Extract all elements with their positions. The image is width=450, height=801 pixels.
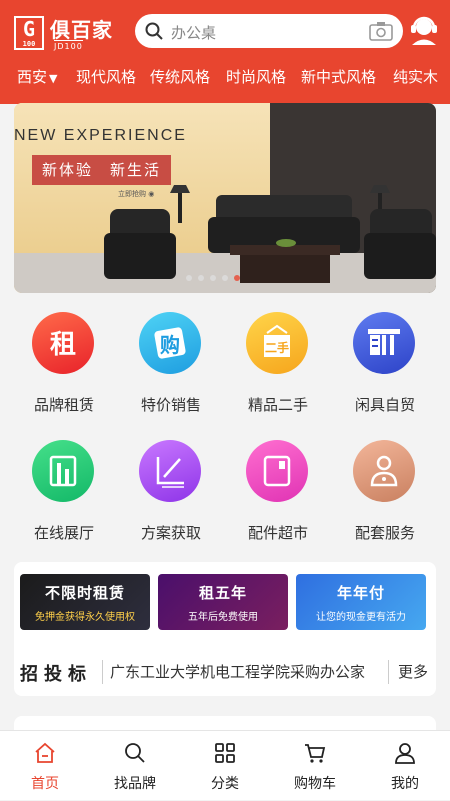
tab-mine[interactable]: 我的 — [360, 731, 450, 801]
tab-label: 我的 — [391, 776, 419, 792]
search-input[interactable]: 办公桌 — [171, 22, 216, 43]
svg-text:二手: 二手 — [265, 340, 289, 355]
grid-label: 品牌租赁 — [33, 396, 94, 414]
search-bar[interactable]: 办公桌 — [135, 14, 403, 48]
category-tab[interactable]: 传统风格 — [150, 66, 210, 87]
svg-text:租: 租 — [50, 330, 76, 360]
grid-label: 精品二手 — [247, 396, 308, 414]
tab-home[interactable]: 首页 — [0, 731, 90, 801]
grid-label: 特价销售 — [140, 396, 201, 414]
tab-label: 购物车 — [294, 776, 336, 792]
promo-title: 年年付 — [336, 584, 385, 602]
promo-title: 不限时租赁 — [44, 584, 125, 602]
carousel-dot[interactable] — [186, 275, 192, 281]
header: G 100 俱百家 JD100 办公桌 西安 ▼ 现代风格 传统风格 时尚风格 新… — [0, 0, 450, 104]
notice-label: 招投标 — [20, 664, 92, 685]
grid-item-service[interactable]: 配套服务 — [333, 440, 437, 552]
promo-card-unlimited-rent[interactable]: 不限时租赁 免押金获得永久使用权 — [20, 574, 150, 630]
grid-item-plan[interactable]: 方案获取 — [119, 440, 223, 552]
sofa-image — [104, 185, 436, 283]
carousel-dot[interactable] — [210, 275, 216, 281]
promo-title: 租五年 — [198, 584, 247, 602]
tab-cart[interactable]: 购物车 — [270, 731, 360, 801]
grid-item-idle[interactable]: 闲具自贸 — [333, 312, 437, 424]
grid-label: 在线展厅 — [33, 524, 94, 542]
category-tab[interactable]: 纯实木 — [393, 66, 438, 87]
banner-title: NEW EXPERIENCE — [14, 127, 187, 144]
carousel-dot[interactable] — [222, 275, 228, 281]
search-icon — [125, 743, 145, 763]
home-icon — [35, 742, 55, 763]
logo-name: 俱百家 — [50, 18, 113, 42]
category-icon — [215, 743, 235, 763]
logo-mark: G 100 — [14, 16, 44, 50]
divider — [102, 660, 103, 684]
promo-card-annual-pay[interactable]: 年年付 让您的现金更有活力 — [296, 574, 426, 630]
showroom-icon — [32, 440, 94, 502]
category-tab[interactable]: 现代风格 — [76, 66, 136, 87]
idle-furniture-icon — [353, 312, 415, 374]
tab-label: 分类 — [211, 776, 239, 792]
caret-down-icon: ▼ — [49, 72, 58, 85]
promo-banner[interactable]: NEW EXPERIENCE 新体验 新生活 立即抢购 ◉ — [14, 103, 436, 293]
carousel-dots — [186, 266, 246, 285]
grid-item-second-hand[interactable]: 二手 精品二手 — [226, 312, 330, 424]
carousel-dot-active[interactable] — [234, 275, 240, 281]
customer-service-icon[interactable] — [410, 14, 438, 46]
logo-subtitle: JD100 — [54, 40, 83, 51]
promo-section: 不限时租赁 免押金获得永久使用权 租五年 五年后免费使用 年年付 让您的现金更有… — [14, 562, 436, 696]
promo-subtitle: 五年后免费使用 — [188, 612, 258, 623]
grid-label: 配套服务 — [354, 524, 415, 542]
plan-icon — [139, 440, 201, 502]
notice-text[interactable]: 广东工业大学机电工程学院采购办公家 — [110, 661, 378, 682]
banner-subtitle: 新体验 新生活 — [32, 155, 172, 185]
promo-card-five-year[interactable]: 租五年 五年后免费使用 — [158, 574, 288, 630]
rent-icon: 租 — [32, 312, 94, 374]
grid-item-parts[interactable]: 配件超市 — [226, 440, 330, 552]
cart-icon — [305, 744, 326, 763]
grid-label: 配件超市 — [247, 524, 308, 542]
grid-item-showroom[interactable]: 在线展厅 — [12, 440, 116, 552]
category-bar: 西安 ▼ 现代风格 传统风格 时尚风格 新中式风格 纯实木 — [0, 66, 450, 90]
tab-find-brand[interactable]: 找品牌 — [90, 731, 180, 801]
bottom-tab-bar: 首页 找品牌 分类 购物车 我的 — [0, 730, 450, 800]
grid-label: 方案获取 — [140, 524, 201, 542]
tab-category[interactable]: 分类 — [180, 731, 270, 801]
svg-text:购: 购 — [160, 333, 180, 357]
grid-item-sale[interactable]: 购 特价销售 — [119, 312, 223, 424]
second-hand-icon: 二手 — [246, 312, 308, 374]
search-icon — [145, 22, 163, 40]
more-link[interactable]: 更多 — [398, 661, 428, 682]
divider — [388, 660, 389, 684]
parts-icon — [246, 440, 308, 502]
grid-label: 闲具自贸 — [354, 396, 415, 414]
category-tab[interactable]: 新中式风格 — [301, 66, 376, 87]
tab-label: 找品牌 — [114, 776, 156, 792]
promo-subtitle: 免押金获得永久使用权 — [35, 612, 135, 623]
sale-icon: 购 — [139, 312, 201, 374]
profile-icon — [395, 743, 415, 764]
carousel-dot[interactable] — [198, 275, 204, 281]
camera-icon[interactable] — [369, 21, 393, 41]
category-tab[interactable]: 时尚风格 — [226, 66, 286, 87]
tab-label: 首页 — [31, 776, 59, 792]
city-selector[interactable]: 西安 ▼ — [17, 66, 57, 87]
grid-item-rent[interactable]: 租 品牌租赁 — [12, 312, 116, 424]
promo-subtitle: 让您的现金更有活力 — [316, 612, 406, 623]
app-logo[interactable]: G 100 俱百家 JD100 — [14, 14, 128, 52]
service-icon — [353, 440, 415, 502]
